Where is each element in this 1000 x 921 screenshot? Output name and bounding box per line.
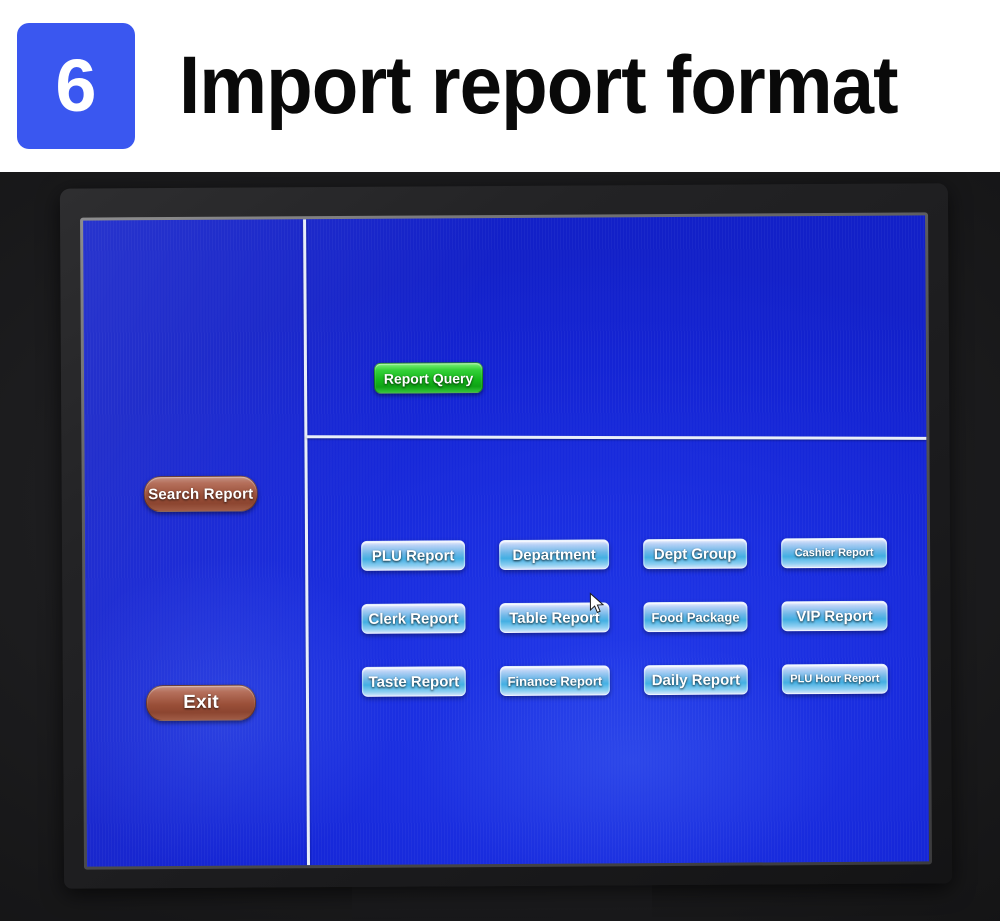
report-button-grid: PLU Report Department Dept Group Cashier… <box>361 537 902 731</box>
finance-report-button[interactable]: Finance Report <box>499 665 610 697</box>
report-grid-row: Clerk Report Table Report Food Package V… <box>361 600 901 667</box>
vip-report-button[interactable]: VIP Report <box>781 600 888 632</box>
step-number-badge: 6 <box>17 23 135 149</box>
taste-report-button[interactable]: Taste Report <box>361 666 466 697</box>
pos-screen: Search Report Exit Report Query PLU Repo… <box>83 215 929 867</box>
plu-hour-report-button[interactable]: PLU Hour Report <box>781 663 888 695</box>
monitor-bezel: Search Report Exit Report Query PLU Repo… <box>59 183 953 889</box>
food-package-button[interactable]: Food Package <box>643 601 748 633</box>
department-button[interactable]: Department <box>499 539 610 571</box>
dept-group-button[interactable]: Dept Group <box>643 538 748 570</box>
vertical-divider <box>303 219 311 866</box>
monitor-photo: Search Report Exit Report Query PLU Repo… <box>0 172 1000 921</box>
page-header: 6 Import report format <box>0 0 1000 172</box>
report-grid-row: Taste Report Finance Report Daily Report… <box>361 663 902 730</box>
table-report-button[interactable]: Table Report <box>499 602 610 634</box>
cashier-report-button[interactable]: Cashier Report <box>781 537 888 569</box>
horizontal-divider <box>306 435 927 440</box>
page-title: Import report format <box>179 40 899 131</box>
exit-button[interactable]: Exit <box>145 684 257 722</box>
search-report-button[interactable]: Search Report <box>143 475 258 513</box>
report-grid-row: PLU Report Department Dept Group Cashier… <box>361 537 901 604</box>
monitor-inner-frame: Search Report Exit Report Query PLU Repo… <box>80 212 933 870</box>
daily-report-button[interactable]: Daily Report <box>643 664 748 696</box>
report-query-button[interactable]: Report Query <box>373 362 484 394</box>
clerk-report-button[interactable]: Clerk Report <box>361 603 466 634</box>
plu-report-button[interactable]: PLU Report <box>361 540 466 571</box>
step-number-label: 6 <box>55 44 97 127</box>
